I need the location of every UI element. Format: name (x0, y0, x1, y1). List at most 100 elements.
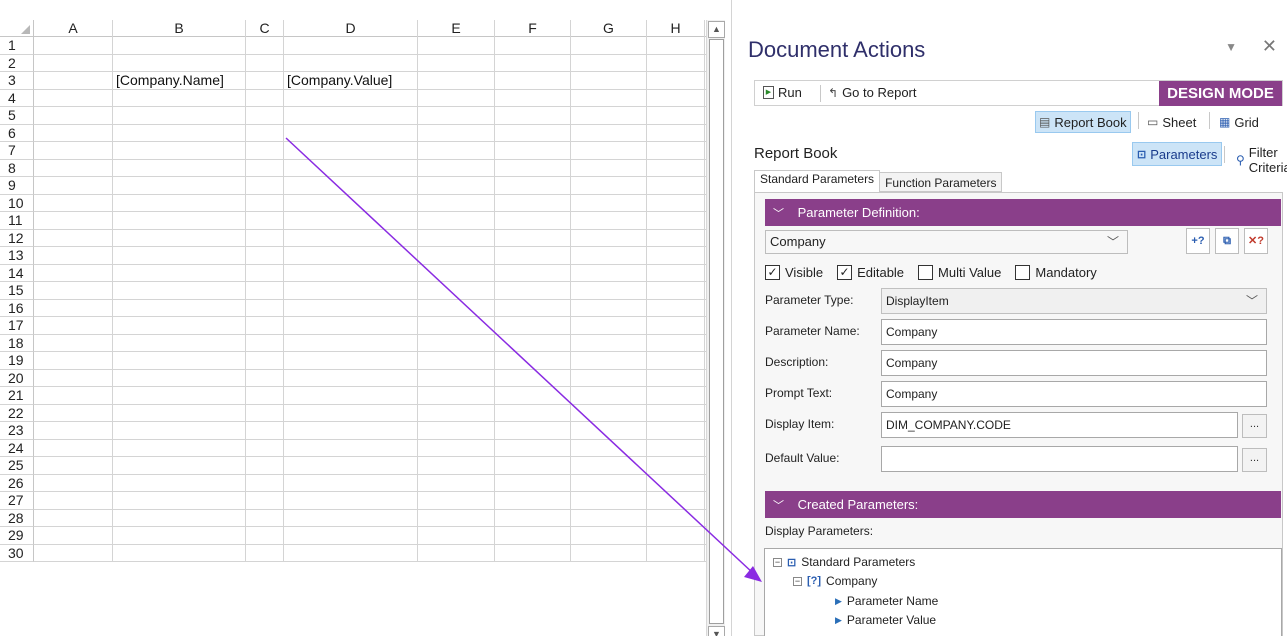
cell-h29[interactable] (647, 527, 705, 544)
cell-f29[interactable] (495, 527, 571, 544)
cell-c21[interactable] (246, 387, 284, 404)
cell-f23[interactable] (495, 422, 571, 439)
tree-node-company[interactable]: − [?] Company (793, 574, 877, 588)
cell-g21[interactable] (571, 387, 647, 404)
display-item-browse-button[interactable]: ... (1242, 414, 1267, 438)
cell-g14[interactable] (571, 264, 647, 281)
delete-parameter-icon[interactable]: ✕? (1244, 228, 1268, 254)
row-header-22[interactable]: 22 (0, 404, 34, 422)
cell-g29[interactable] (571, 527, 647, 544)
cell-b23[interactable] (113, 422, 246, 439)
cell-c15[interactable] (246, 282, 284, 299)
row-header-10[interactable]: 10 (0, 194, 34, 212)
display-item-input[interactable]: DIM_COMPANY.CODE (881, 412, 1238, 438)
row-header-1[interactable]: 1 (0, 37, 34, 55)
cell-b9[interactable] (113, 177, 246, 194)
cell-c12[interactable] (246, 229, 284, 246)
cell-e9[interactable] (418, 177, 495, 194)
description-input[interactable]: Company (881, 350, 1267, 376)
row-header-28[interactable]: 28 (0, 509, 34, 527)
cell-g15[interactable] (571, 282, 647, 299)
cell-c5[interactable] (246, 107, 284, 124)
cell-d18[interactable] (284, 334, 418, 351)
parameter-definition-header[interactable]: ﹀ Parameter Definition: (765, 199, 1281, 226)
row-header-15[interactable]: 15 (0, 282, 34, 300)
cell-a15[interactable] (34, 282, 113, 299)
default-value-browse-button[interactable]: ... (1242, 448, 1267, 472)
collapse-icon[interactable]: − (773, 557, 782, 567)
cell-g1[interactable] (571, 37, 647, 54)
row-header-30[interactable]: 30 (0, 544, 34, 562)
cell-b5[interactable] (113, 107, 246, 124)
cell-a25[interactable] (34, 457, 113, 474)
cell-c2[interactable] (246, 54, 284, 71)
cell-h23[interactable] (647, 422, 705, 439)
parameter-type-select[interactable]: DisplayItem ﹀ (881, 288, 1267, 314)
cell-g18[interactable] (571, 334, 647, 351)
row-header-7[interactable]: 7 (0, 142, 34, 160)
cell-f8[interactable] (495, 159, 571, 176)
cell-d9[interactable] (284, 177, 418, 194)
cell-a9[interactable] (34, 177, 113, 194)
tree-leaf-parameter-name[interactable]: ▶ Parameter Name (835, 594, 938, 608)
cell-h27[interactable] (647, 492, 705, 509)
cell-f3[interactable] (495, 72, 571, 89)
cell-g7[interactable] (571, 142, 647, 159)
row-header-26[interactable]: 26 (0, 474, 34, 492)
cell-f4[interactable] (495, 89, 571, 106)
cell-a22[interactable] (34, 404, 113, 421)
cell-d2[interactable] (284, 54, 418, 71)
checkbox-box[interactable]: ✓ (837, 265, 853, 280)
cell-e23[interactable] (418, 422, 495, 439)
cell-h9[interactable] (647, 177, 705, 194)
cell-e30[interactable] (418, 544, 495, 561)
cell-b17[interactable] (113, 317, 246, 334)
cell-c19[interactable] (246, 352, 284, 369)
cell-c18[interactable] (246, 334, 284, 351)
cell-g9[interactable] (571, 177, 647, 194)
parameters-button[interactable]: ⊡ Parameters (1132, 142, 1223, 166)
row-header-24[interactable]: 24 (0, 439, 34, 457)
mandatory-checkbox[interactable]: Mandatory (1015, 265, 1097, 280)
cell-f27[interactable] (495, 492, 571, 509)
cell-g13[interactable] (571, 247, 647, 264)
grid-view-button[interactable]: ▦ Grid (1216, 111, 1262, 133)
cell-e7[interactable] (418, 142, 495, 159)
cell-f10[interactable] (495, 194, 571, 211)
cell-g17[interactable] (571, 317, 647, 334)
cell-e29[interactable] (418, 527, 495, 544)
cell-b21[interactable] (113, 387, 246, 404)
cell-c13[interactable] (246, 247, 284, 264)
row-header-2[interactable]: 2 (0, 54, 34, 72)
cell-g12[interactable] (571, 229, 647, 246)
cell-f26[interactable] (495, 474, 571, 491)
cell-e14[interactable] (418, 264, 495, 281)
cell-a23[interactable] (34, 422, 113, 439)
cell-f15[interactable] (495, 282, 571, 299)
cell-h26[interactable] (647, 474, 705, 491)
checkbox-box[interactable] (1015, 265, 1031, 280)
checkbox-box[interactable] (918, 265, 934, 280)
row-header-18[interactable]: 18 (0, 334, 34, 352)
cell-b28[interactable] (113, 509, 246, 526)
parameter-select[interactable]: Company ﹀ (765, 230, 1128, 254)
cell-b14[interactable] (113, 264, 246, 281)
cell-f6[interactable] (495, 124, 571, 141)
cell-h2[interactable] (647, 54, 705, 71)
cell-b18[interactable] (113, 334, 246, 351)
cell-f21[interactable] (495, 387, 571, 404)
cell-b16[interactable] (113, 299, 246, 316)
collapse-icon[interactable]: − (793, 576, 802, 586)
row-header-12[interactable]: 12 (0, 229, 34, 247)
cell-c16[interactable] (246, 299, 284, 316)
cell-e6[interactable] (418, 124, 495, 141)
cell-c17[interactable] (246, 317, 284, 334)
cell-d30[interactable] (284, 544, 418, 561)
row-header-6[interactable]: 6 (0, 124, 34, 142)
cell-a24[interactable] (34, 439, 113, 456)
created-parameters-header[interactable]: ﹀ Created Parameters: (765, 491, 1281, 518)
cell-b13[interactable] (113, 247, 246, 264)
cell-f30[interactable] (495, 544, 571, 561)
cell-e21[interactable] (418, 387, 495, 404)
cell-g27[interactable] (571, 492, 647, 509)
